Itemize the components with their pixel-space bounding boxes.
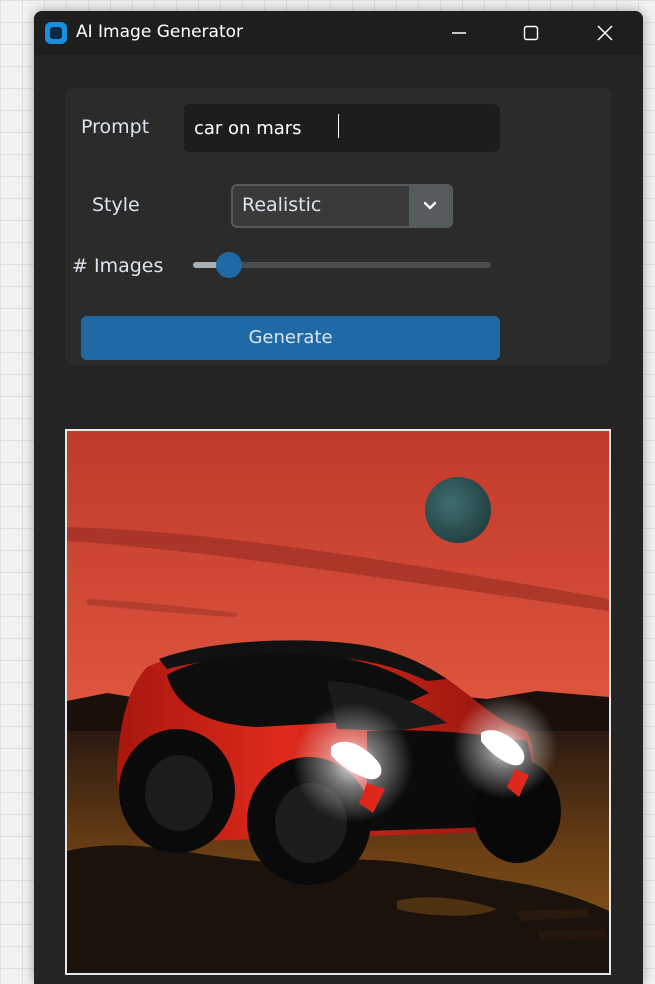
close-icon [597,25,613,41]
text-caret [338,114,339,138]
prompt-input[interactable] [184,104,500,152]
style-selected-value: Realistic [242,194,322,216]
generated-image-car-on-mars [67,431,609,973]
close-button[interactable] [582,11,628,55]
window-title: AI Image Generator [76,22,244,42]
minimize-icon [452,32,466,34]
prompt-label: Prompt [81,116,150,138]
app-window: AI Image Generator Prompt Style Realisti… [34,11,643,984]
generate-button[interactable]: Generate [81,316,500,360]
maximize-button[interactable] [508,11,554,55]
title-bar[interactable]: AI Image Generator [34,11,643,55]
dropdown-arrow-button[interactable] [409,186,451,226]
generated-image [65,429,611,975]
app-icon [45,22,67,44]
slider-thumb[interactable] [216,252,242,278]
style-label: Style [92,194,140,216]
settings-panel: Prompt Style Realistic # Images Generate [65,88,611,365]
chevron-down-icon [423,201,437,210]
maximize-icon [523,25,539,41]
images-slider[interactable] [193,250,491,280]
minimize-button[interactable] [436,11,482,55]
images-label: # Images [72,255,164,277]
style-dropdown[interactable]: Realistic [231,184,453,228]
